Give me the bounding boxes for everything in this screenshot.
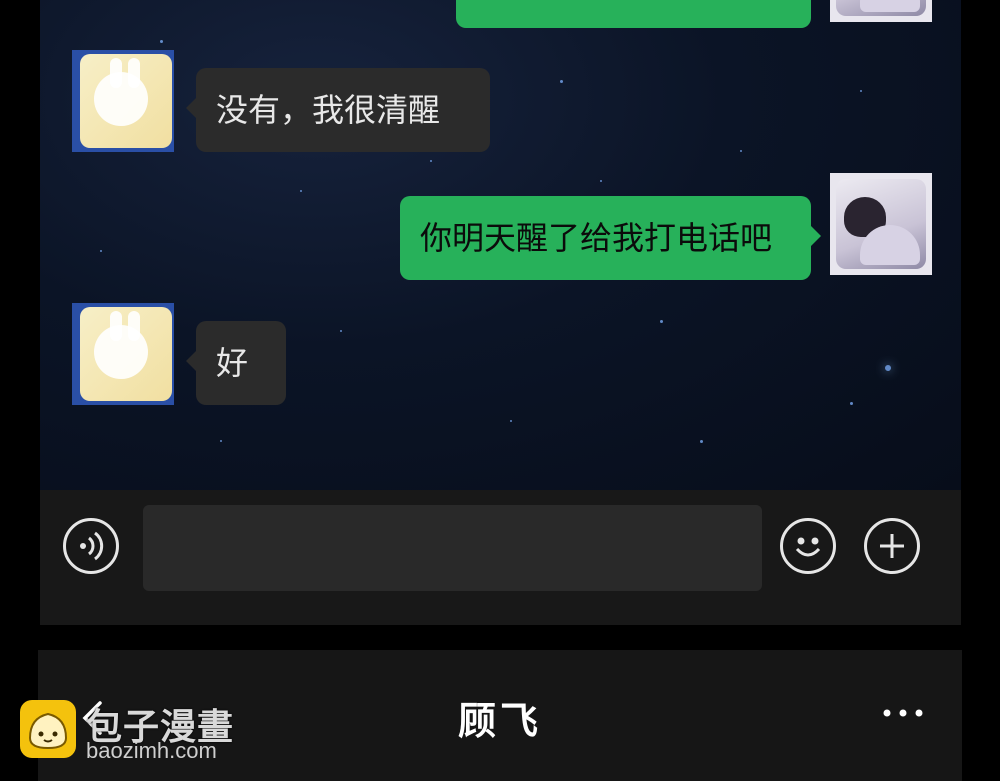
- message-bubble-outgoing[interactable]: [456, 0, 811, 28]
- watermark: 包子漫畫 baozimh.com: [20, 698, 260, 768]
- plus-icon: [880, 534, 904, 558]
- message-bubble-outgoing[interactable]: 你明天醒了给我打电话吧: [400, 196, 821, 280]
- bun-logo-icon: [20, 700, 76, 758]
- more-dots-icon[interactable]: [882, 708, 924, 718]
- more-functions-button[interactable]: [864, 518, 920, 574]
- message-input[interactable]: [143, 505, 762, 591]
- input-bar: [40, 490, 961, 625]
- message-bubble-incoming[interactable]: 好: [186, 321, 286, 405]
- message-text: 你明天醒了给我打电话吧: [420, 219, 773, 257]
- emoji-button[interactable]: [780, 518, 836, 574]
- message-bubble-incoming[interactable]: 没有，我很清醒: [186, 68, 490, 152]
- emoji-icon: [795, 537, 821, 557]
- avatar[interactable]: [830, 0, 932, 22]
- watermark-url: baozimh.com: [86, 738, 217, 763]
- voice-button[interactable]: [63, 518, 119, 574]
- message-text: 没有，我很清醒: [216, 91, 441, 129]
- voice-icon: [80, 531, 104, 561]
- avatar[interactable]: [72, 50, 174, 152]
- chat-background: 没有，我很清醒 你明天醒了给我打电话吧 好: [40, 0, 961, 490]
- message-text: 好: [216, 344, 249, 382]
- chat-window: 没有，我很清醒 你明天醒了给我打电话吧 好: [40, 0, 961, 625]
- avatar[interactable]: [830, 173, 932, 275]
- avatar[interactable]: [72, 303, 174, 405]
